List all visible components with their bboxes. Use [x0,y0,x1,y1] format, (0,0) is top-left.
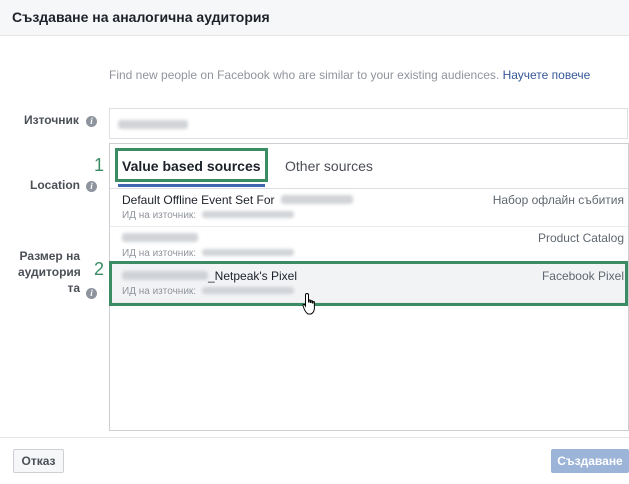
source-id: ИД на източник: [122,248,294,259]
source-type: Product Catalog [537,231,624,245]
info-icon[interactable]: i [86,181,97,192]
dialog-header: Създаване на аналогична аудитория [0,0,629,36]
source-id: ИД на източник: [122,210,294,221]
source-id-label: ИД на източник: [122,210,197,221]
location-label: Location [30,178,80,192]
learn-more-link[interactable]: Научете повече [503,68,591,82]
info-icon[interactable]: i [86,116,97,127]
dialog-title: Създаване на аналогична аудитория [12,9,270,25]
description-text: Find new people on Facebook who are simi… [109,68,500,82]
blurred-text [280,195,353,204]
size-label-line: аудитория [18,265,81,279]
create-button[interactable]: Създаване [551,449,629,473]
source-name: Default Offline Event Set For [122,193,353,207]
source-label: Източник [24,113,79,127]
size-label-line: та [67,281,80,295]
info-icon[interactable]: i [86,288,97,299]
size-label-line: Размер на [19,249,80,263]
active-tab-indicator [118,184,265,187]
annotation-number: 2 [94,259,105,279]
list-item[interactable]: Default Offline Event Set For ИД на изто… [110,188,628,227]
description: Find new people on Facebook who are simi… [109,68,590,82]
source-name [122,231,198,245]
tab-other-sources[interactable]: Other sources [285,158,373,174]
audience-size-label: Размер на аудитория та [18,248,81,296]
highlight-box-tab [115,148,268,182]
blurred-text [122,233,198,242]
list-item[interactable]: ИД на източник: Product Catalog [110,226,628,265]
dialog-footer: Отказ Създаване [0,437,629,484]
blurred-text [201,249,294,256]
hand-cursor-icon [302,292,315,315]
source-type: Набор офлайн събития [492,193,624,207]
source-name-text: Default Offline Event Set For [122,193,275,207]
highlight-box-row [109,261,628,306]
cancel-button[interactable]: Отказ [13,449,64,473]
source-id-label: ИД на източник: [122,248,197,259]
annotation-number: 1 [94,155,105,175]
blurred-text [201,211,294,218]
blurred-text [118,120,188,129]
source-input[interactable] [109,108,628,139]
